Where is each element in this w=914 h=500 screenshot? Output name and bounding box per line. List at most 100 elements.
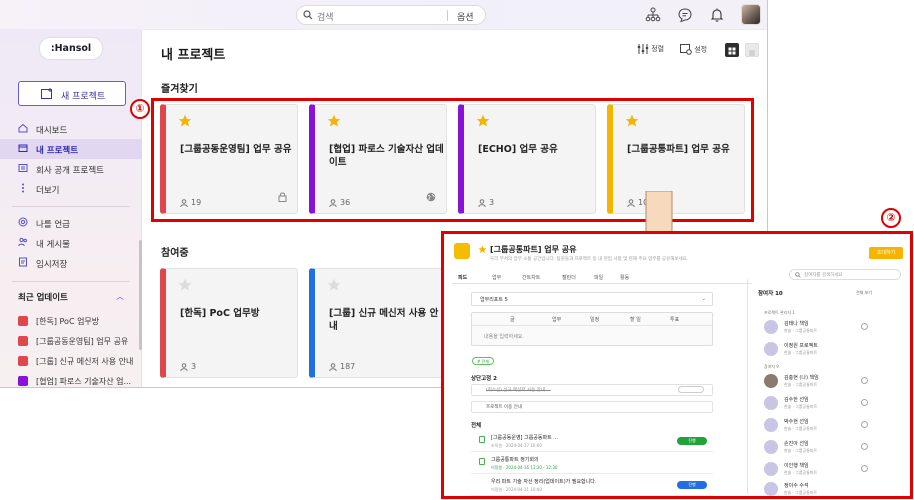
member-item[interactable]: 정이수 수석 한솔 · 그룹공통파트 [758, 480, 908, 496]
calendar-icon [479, 458, 485, 465]
draft-icon [18, 257, 28, 270]
pinned-item[interactable]: 프로젝트 이용 안내 [471, 401, 713, 413]
invite-button[interactable]: 초대하기 [869, 247, 903, 259]
sidebar-item-dashboard[interactable]: 대시보드 [0, 119, 142, 139]
grid-view-button[interactable] [725, 43, 739, 57]
sidebar-item-my-posts[interactable]: 내 게시물 [0, 233, 142, 253]
post-item[interactable]: [그룹공동운영] 그룹공동파트 ... 조직원 · 2024-04-17 10:… [471, 432, 713, 452]
project-color-swatch [18, 316, 28, 326]
tab-gantt[interactable]: 간트차트 [522, 274, 540, 281]
member-item[interactable]: 박수현 선임 한솔 · 그룹공통파트 [758, 416, 908, 436]
post-item[interactable]: 그룹공통파트 정기회의 이정원 · 2024-04-16 11:30 - 12:… [471, 454, 713, 474]
pinned-title: 상단고정 2 [471, 376, 497, 382]
filter-chip-all[interactable]: # 전체 [472, 357, 494, 365]
members-view-all-link[interactable]: 전체 보기 [856, 290, 872, 296]
star-outline-icon[interactable] [178, 277, 192, 296]
compose-tab-poll[interactable]: 투표 [670, 316, 679, 323]
post-title: 그룹공통파트 정기회의 [491, 457, 539, 463]
chat-icon[interactable] [861, 377, 868, 384]
report-select-value: 업무리포트 5 [480, 297, 508, 303]
star-filled-icon[interactable] [478, 245, 487, 256]
search-option-button[interactable]: 옵션 [457, 10, 474, 23]
chat-icon[interactable] [677, 7, 693, 23]
chevron-down-icon: ⌄ [701, 296, 706, 302]
top-bar: 검색 옵션 [0, 0, 767, 30]
member-item[interactable]: 김충현 (나) 책임 한솔 · 그룹공통파트 [758, 372, 908, 392]
member-group-admin: 프로젝트 관리자 1 [764, 310, 795, 315]
recent-item-label: [그룹공동운영팀] 업무 공유 [36, 337, 129, 346]
sidebar-label: 나를 언급 [36, 220, 70, 230]
recent-item[interactable]: [그룹공동운영팀] 업무 공유 [18, 333, 138, 351]
chat-icon[interactable] [861, 323, 868, 330]
avatar [764, 396, 778, 410]
recent-item[interactable]: [그룹] 신규 메신저 사용 안내 [18, 353, 138, 371]
post-meta: 이정원 · 2024-04-11 10:00 [491, 487, 542, 492]
chevron-up-icon[interactable]: ︿ [116, 291, 124, 302]
member-item[interactable]: 이정원 프로젝트 한솔 · 그룹공통파트 [758, 340, 908, 360]
status-badge: 진행 [677, 437, 707, 445]
org-chart-icon[interactable] [645, 7, 661, 23]
project-card[interactable]: [그룹] 신규 메신저 사용 안내 187 [309, 268, 447, 378]
person-icon [329, 362, 337, 371]
person-icon [180, 362, 188, 371]
recent-item-label: [한독] PoC 업무방 [36, 317, 100, 326]
project-color-swatch [18, 356, 28, 366]
report-select[interactable]: 업무리포트 5 ⌄ [471, 292, 713, 306]
sidebar-label: 내 프로젝트 [36, 146, 79, 156]
member-dept: 한솔 · 그룹공통파트 [784, 448, 818, 453]
sidebar-item-drafts[interactable]: 임시저장 [0, 253, 142, 273]
member-search-input[interactable]: 참여자를 검색하세요 [789, 269, 901, 280]
star-outline-icon[interactable] [327, 277, 341, 296]
compose-tab-todo[interactable]: 할 일 [630, 316, 641, 323]
member-item[interactable]: 손진아 선임 한솔 · 그룹공통파트 [758, 438, 908, 458]
new-project-button[interactable]: 새 프로젝트 [18, 81, 126, 106]
at-icon [18, 217, 28, 230]
global-search-input[interactable]: 검색 옵션 [296, 5, 486, 25]
task-icon [479, 436, 485, 443]
sidebar-item-mentions[interactable]: 나를 언급 [0, 213, 142, 233]
chat-icon[interactable] [861, 399, 868, 406]
post-item[interactable]: 우리 파트 기술 자산 정리(업데이트)가 필요합니다. 이정원 · 2024-… [471, 476, 713, 496]
sidebar-item-company-projects[interactable]: 회사 공개 프로젝트 [0, 159, 142, 179]
chat-icon[interactable] [861, 443, 868, 450]
avatar [764, 462, 778, 476]
app-root: 검색 옵션 :Hansol 새 프로젝트 대시보드 내 프로젝트 회사 공개 프… [0, 0, 914, 500]
sidebar-scrollbar[interactable] [139, 240, 142, 350]
member-item[interactable]: 김태나 책임 한솔 · 그룹공통파트 [758, 318, 908, 338]
compose-tab-event[interactable]: 일정 [590, 316, 599, 323]
tab-files[interactable]: 파일 [594, 274, 603, 281]
project-card-title: [그룹] 신규 메신저 사용 안내 [329, 308, 439, 332]
tab-tasks[interactable]: 업무 [492, 274, 501, 281]
chat-icon[interactable] [861, 421, 868, 428]
compose-tab-task[interactable]: 업무 [552, 316, 561, 323]
sidebar-item-my-projects[interactable]: 내 프로젝트 [0, 139, 142, 159]
settings-button[interactable]: 설정 [680, 44, 707, 55]
recent-item[interactable]: [협업] 파로스 기술자산 업... [18, 373, 138, 387]
tab-activity[interactable]: 활동 [620, 274, 629, 281]
favorites-title: 즐겨찾기 [161, 84, 198, 95]
compose-box[interactable]: 글 업무 일정 할 일 투표 내용을 입력하세요. [471, 312, 713, 346]
recent-item[interactable]: [한독] PoC 업무방 [18, 313, 138, 331]
tab-calendar[interactable]: 캘린더 [562, 274, 576, 281]
sidebar-item-more[interactable]: 더보기 [0, 179, 142, 199]
bell-icon[interactable] [709, 7, 725, 23]
search-icon [303, 10, 313, 23]
list-view-button[interactable] [745, 43, 759, 57]
people-icon [18, 237, 28, 250]
compose-tab-post[interactable]: 글 [510, 316, 515, 323]
hansol-logo[interactable]: :Hansol [40, 38, 102, 59]
tabs-underline [452, 283, 752, 284]
user-avatar[interactable] [741, 4, 761, 25]
member-group-participants: 참여자 9 [764, 364, 779, 369]
member-item[interactable]: 김수한 선임 한솔 · 그룹공통파트 [758, 394, 908, 414]
post-title: [그룹공동운영] 그룹공동파트 ... [491, 435, 559, 441]
more-vertical-icon [18, 183, 28, 196]
project-card[interactable]: [한독] PoC 업무방 3 [160, 268, 298, 378]
member-item[interactable]: 이인행 책임 한솔 · 그룹공통파트 [758, 460, 908, 480]
pinned-item[interactable]: (취소선) 신규 메신저 사용 안내 ... [471, 384, 713, 396]
chat-icon[interactable] [861, 465, 868, 472]
settings-label: 설정 [694, 45, 708, 54]
post-meta: 이정원 · 2024-04-16 11:30 - 12:30 [491, 465, 558, 470]
sort-button[interactable]: 정렬 [637, 44, 664, 54]
project-title: [그룹공통파트] 업무 공유 [490, 245, 577, 254]
